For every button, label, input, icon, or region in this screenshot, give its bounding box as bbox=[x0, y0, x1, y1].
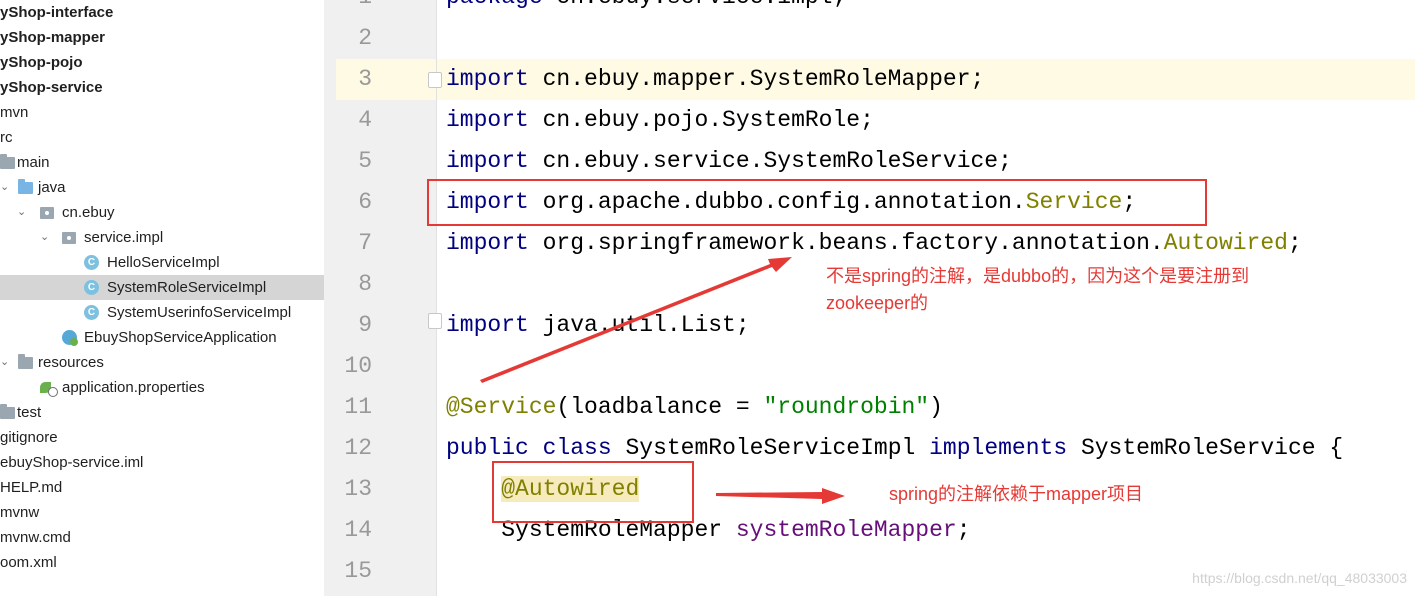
arrow-icon bbox=[480, 257, 792, 383]
annotation-note-dubbo: 不是spring的注解，是dubbo的，因为这个是要注册到 zookeeper的 bbox=[826, 266, 1250, 313]
annotation-note-spring: spring的注解依赖于mapper项目 bbox=[889, 484, 1144, 504]
arrow-icon bbox=[716, 488, 845, 504]
watermark: https://blog.csdn.net/qq_48033003 bbox=[1192, 570, 1407, 586]
